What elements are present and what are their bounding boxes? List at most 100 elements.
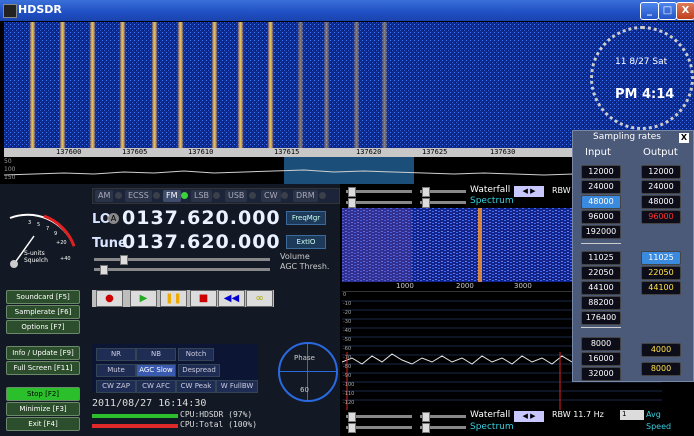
extio-button[interactable]: ExtIO <box>286 235 326 249</box>
cw-zap-button[interactable]: CW ZAP <box>96 380 136 393</box>
sp-top-slider-1[interactable] <box>346 198 412 208</box>
maximize-button[interactable]: □ <box>658 2 677 20</box>
sample-rate-option[interactable]: 88200 <box>581 296 621 310</box>
mode-drm[interactable]: DRM <box>293 190 318 202</box>
sample-rate-option[interactable]: 96000 <box>581 210 621 224</box>
scale-plus20: +20 <box>56 240 67 246</box>
wf-top-knob-2[interactable] <box>422 187 430 197</box>
wf-top-slider-2[interactable] <box>420 187 466 197</box>
wf-bottom-knob-2[interactable] <box>422 412 430 422</box>
volume-knob[interactable] <box>120 255 128 265</box>
db-label-minus20: -20 <box>343 310 352 316</box>
led-am <box>115 192 122 199</box>
sp-top-knob-1[interactable] <box>348 198 356 208</box>
info-update-button[interactable]: Info / Update [F9] <box>6 346 80 360</box>
agc-label: AGC Thresh. <box>280 262 330 271</box>
lo-frequency[interactable]: 0137.620.000 <box>122 207 281 229</box>
mode-lsb[interactable]: LSB <box>191 190 213 202</box>
mode-cw[interactable]: CW <box>261 190 281 202</box>
minimize-app-button[interactable]: Minimize [F3] <box>6 402 80 416</box>
samplerate-button[interactable]: Samplerate [F6] <box>6 305 80 319</box>
sample-rate-option[interactable]: 48000 <box>641 195 681 209</box>
pause-icon[interactable]: ❚❚ <box>160 290 187 307</box>
sampling-rates-panel: Sampling rates X Input Output 12000 24000… <box>572 130 694 382</box>
mode-am[interactable]: AM <box>95 190 114 202</box>
notch-button[interactable]: Notch <box>178 348 214 361</box>
wf-bottom-knob-1[interactable] <box>348 412 356 422</box>
fullscreen-button[interactable]: Full Screen [F11] <box>6 361 80 375</box>
sample-rate-option[interactable]: 44100 <box>581 281 621 295</box>
mute-button[interactable]: Mute <box>96 364 136 377</box>
scale-5: 5 <box>37 222 41 228</box>
top-arrows-control[interactable]: ◀ ▶ <box>514 186 544 197</box>
lo-badge[interactable]: A <box>108 213 119 224</box>
waterfall-signal <box>237 22 244 148</box>
sp-bottom-knob-1[interactable] <box>348 423 356 433</box>
stop-icon[interactable]: ■ <box>190 290 217 307</box>
sample-rate-option[interactable]: 176400 <box>581 311 621 325</box>
divider-2 <box>581 327 621 328</box>
play-icon[interactable]: ▶ <box>130 290 157 307</box>
sp-top-knob-2[interactable] <box>422 198 430 208</box>
sample-rate-option[interactable]: 96000 <box>641 210 681 224</box>
sample-rate-option[interactable]: 22050 <box>581 266 621 280</box>
fullbw-button[interactable]: W FullBW <box>216 380 258 393</box>
led-lsb <box>213 192 220 199</box>
wf-bottom-slider-2[interactable] <box>420 412 466 422</box>
sample-rate-option[interactable]: 44100 <box>641 281 681 295</box>
mode-usb[interactable]: USB <box>225 190 248 202</box>
cw-afc-button[interactable]: CW AFC <box>136 380 176 393</box>
wf-bottom-slider-1[interactable] <box>346 412 412 422</box>
exit-button[interactable]: Exit [F4] <box>6 417 80 431</box>
sample-rate-option[interactable]: 12000 <box>581 165 621 179</box>
sampling-close-button[interactable]: X <box>679 133 689 143</box>
sample-rate-option[interactable]: 24000 <box>581 180 621 194</box>
scale-9: 9 <box>54 231 58 237</box>
nb-button[interactable]: NB <box>136 348 176 361</box>
tune-frequency[interactable]: 0137.620.000 <box>122 231 281 253</box>
minimize-button[interactable]: _ <box>640 2 659 20</box>
despread-button[interactable]: Despread <box>178 364 220 377</box>
sp-bottom-slider-1[interactable] <box>346 423 412 433</box>
wf-top-knob-1[interactable] <box>348 187 356 197</box>
sample-rate-option[interactable]: 4000 <box>641 343 681 357</box>
close-button[interactable]: X <box>676 2 694 20</box>
sample-rate-option[interactable]: 11025 <box>641 251 681 265</box>
sample-rate-option[interactable]: 24000 <box>641 180 681 194</box>
stop-button[interactable]: Stop [F2] <box>6 387 80 401</box>
sample-rate-option[interactable]: 12000 <box>641 165 681 179</box>
sp-bottom-knob-2[interactable] <box>422 423 430 433</box>
cw-peak-button[interactable]: CW Peak <box>176 380 216 393</box>
sample-rate-option[interactable]: 11025 <box>581 251 621 265</box>
wf-top-slider-1[interactable] <box>346 187 412 197</box>
sample-rate-option[interactable]: 22050 <box>641 266 681 280</box>
rbw-label-top: RBW <box>552 186 571 195</box>
rewind-icon[interactable]: ◀◀ <box>218 290 245 307</box>
agc-slider[interactable] <box>94 265 270 275</box>
db-label-minus10: -10 <box>343 301 352 307</box>
sp-top-slider-2[interactable] <box>420 198 466 208</box>
audio-waterfall[interactable] <box>342 208 574 282</box>
agc-knob[interactable] <box>100 265 108 275</box>
sample-rate-option[interactable]: 8000 <box>641 362 681 376</box>
soundcard-button[interactable]: Soundcard [F5] <box>6 290 80 304</box>
volume-slider[interactable] <box>94 255 270 265</box>
volume-label: Volume <box>280 252 310 261</box>
mode-ecss[interactable]: ECSS <box>125 190 152 202</box>
options-button[interactable]: Options [F7] <box>6 320 80 334</box>
nr-button[interactable]: NR <box>96 348 136 361</box>
bottom-arrows-control[interactable]: ◀ ▶ <box>514 411 544 422</box>
loop-icon[interactable]: ∞ <box>246 290 273 307</box>
db-label-minus70: -70 <box>343 355 352 361</box>
sample-rate-option[interactable]: 16000 <box>581 352 621 366</box>
avg-combo[interactable]: 1 <box>620 410 644 420</box>
mode-fm[interactable]: FM <box>163 190 181 202</box>
record-icon[interactable]: ● <box>96 290 123 307</box>
freqmgr-button[interactable]: FreqMgr <box>286 211 326 225</box>
sp-bottom-slider-2[interactable] <box>420 423 466 433</box>
agc-slow-button[interactable]: AGC Slow <box>136 364 176 377</box>
sample-rate-option[interactable]: 32000 <box>581 367 621 381</box>
sample-rate-option[interactable]: 8000 <box>581 337 621 351</box>
sample-rate-option[interactable]: 192000 <box>581 225 621 239</box>
sample-rate-option[interactable]: 48000 <box>581 195 621 209</box>
